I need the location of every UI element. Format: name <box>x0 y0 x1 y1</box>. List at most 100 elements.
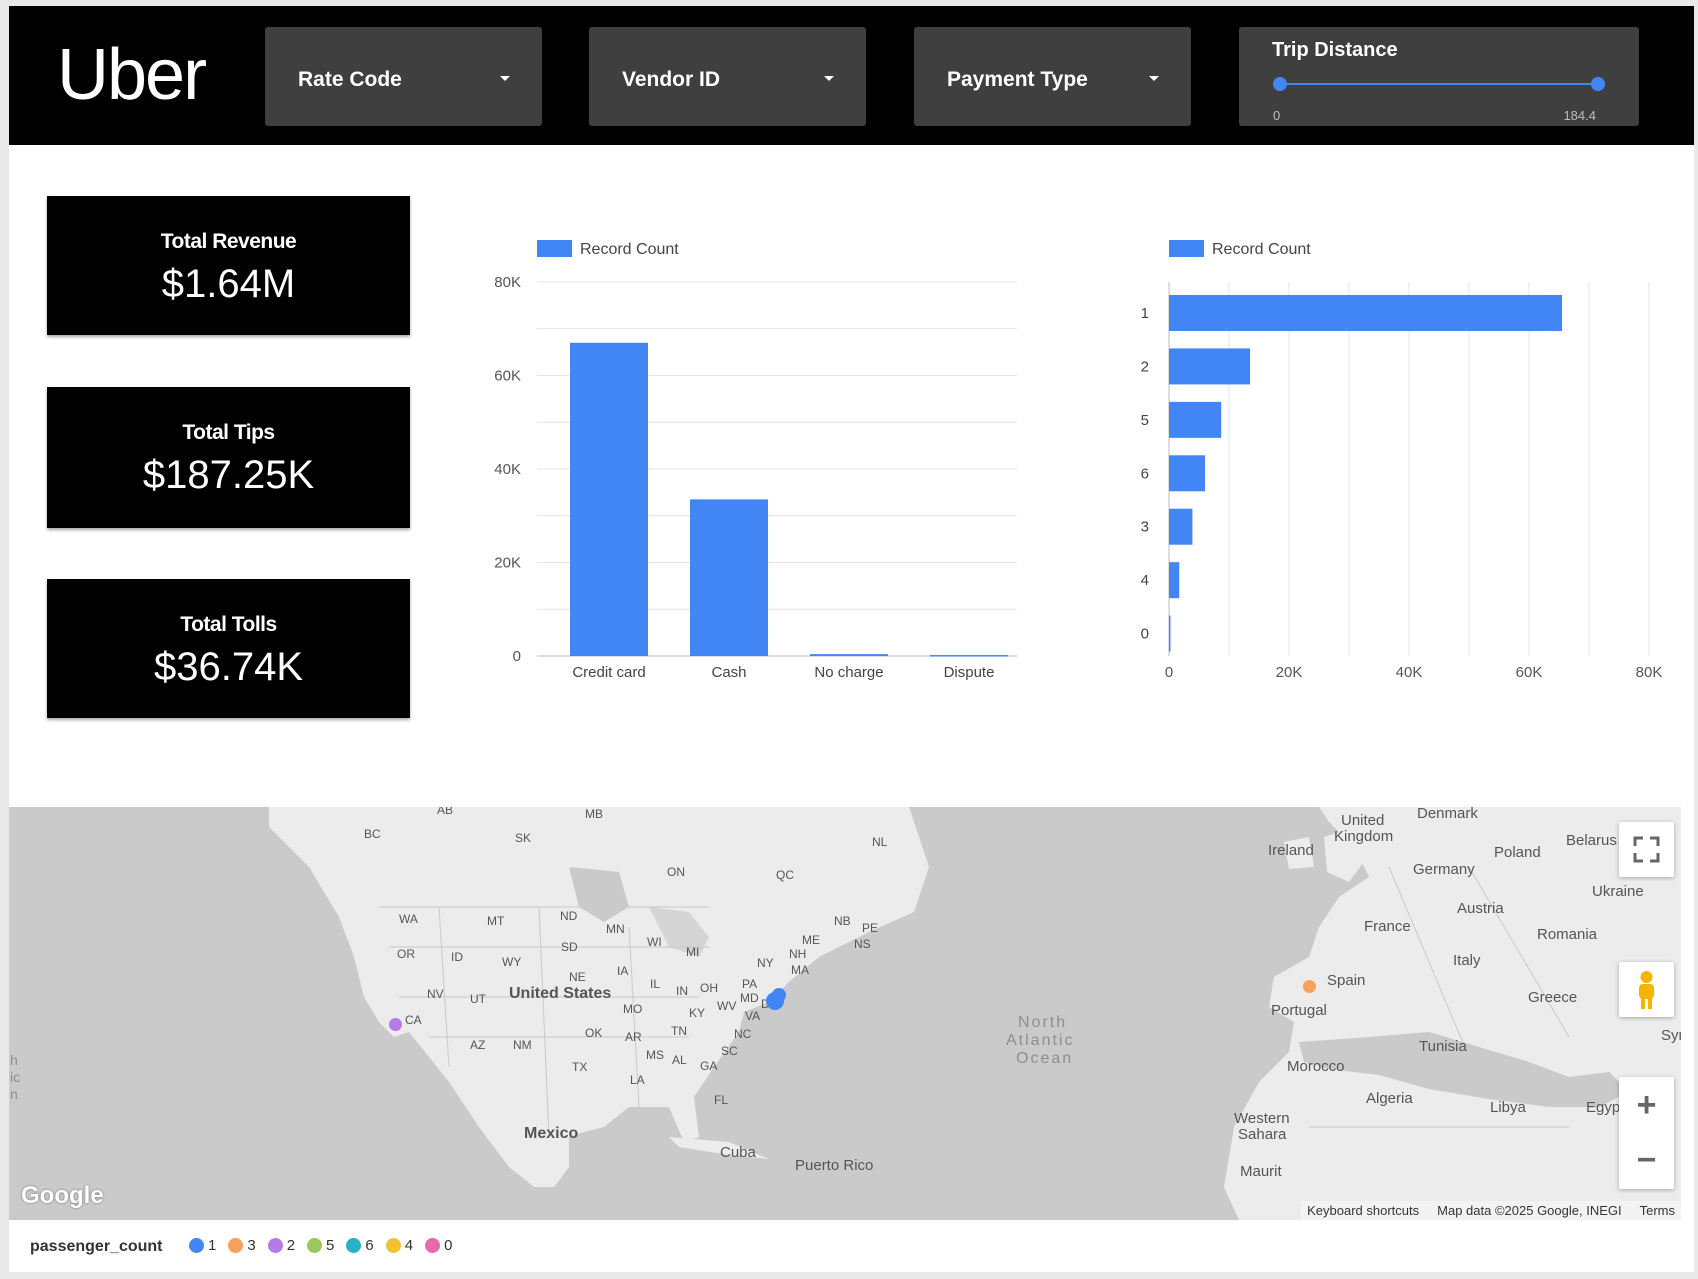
zoom-out-button[interactable]: − <box>1619 1133 1674 1189</box>
bar[interactable] <box>1169 508 1193 545</box>
trip-distance-slider: Trip Distance 0 184.4 <box>1239 27 1639 126</box>
bar[interactable] <box>1169 348 1250 385</box>
map-label: GA <box>700 1059 718 1073</box>
slider-min-handle[interactable] <box>1273 77 1287 91</box>
map-label-country: Greece <box>1528 989 1578 1006</box>
map-label: NY <box>757 956 774 970</box>
map-label: NL <box>872 835 888 849</box>
map-marker[interactable] <box>1303 980 1316 993</box>
map-label: AR <box>625 1030 642 1044</box>
y-tick-label: 40K <box>494 461 521 478</box>
map-label: PA <box>742 977 758 991</box>
map-label-country: Puerto Rico <box>795 1157 874 1174</box>
y-tick-label: 4 <box>1141 572 1149 589</box>
map-label-edge: n <box>10 1086 18 1102</box>
y-tick-label: 1 <box>1141 305 1149 322</box>
map-label-country: Mexico <box>524 1125 579 1142</box>
map-label: SC <box>721 1044 738 1058</box>
map-label-ocean: Ocean <box>1016 1050 1074 1067</box>
kpi-value: $1.64M <box>161 262 296 306</box>
slider-max-handle[interactable] <box>1591 77 1605 91</box>
rate-code-label: Rate Code <box>298 68 402 91</box>
map-label: MB <box>585 807 603 821</box>
map-label-country: Syri <box>1661 1027 1681 1044</box>
keyboard-shortcuts-link[interactable]: Keyboard shortcuts <box>1307 1203 1419 1218</box>
street-view-pegman[interactable] <box>1619 962 1674 1017</box>
map-legend: passenger_count 1 3 2 5 6 4 0 <box>9 1220 1694 1272</box>
map-label-country: Italy <box>1453 952 1481 969</box>
bar[interactable] <box>1169 295 1562 331</box>
legend-item-label: 3 <box>247 1237 256 1254</box>
bar[interactable] <box>1169 455 1205 492</box>
legend-label: Record Count <box>580 241 679 258</box>
legend-item[interactable]: 0 <box>425 1237 452 1254</box>
payment-type-dropdown[interactable]: Payment Type <box>914 27 1191 126</box>
x-tick-label: 40K <box>1396 664 1423 681</box>
map-label-country: Tunisia <box>1419 1038 1467 1055</box>
fullscreen-button[interactable] <box>1619 822 1674 877</box>
legend-item-label: 5 <box>326 1237 335 1254</box>
legend-item[interactable]: 6 <box>346 1237 374 1254</box>
bar[interactable] <box>1169 615 1171 652</box>
map-label-country: Portugal <box>1271 1002 1327 1019</box>
kpi-value: $187.25K <box>142 453 315 497</box>
map-label: WA <box>399 912 418 926</box>
trip-map[interactable]: BC AB SK MB ON QC NL NB PE NS ME NH MA N… <box>9 807 1681 1220</box>
map-label: NM <box>513 1038 532 1052</box>
passenger-count-bar-chart: Record Count 0 20K 40K 60K 80K 1 2 5 6 3 4 0 <box>1141 240 1662 681</box>
x-tick-label: 20K <box>1276 664 1303 681</box>
legend-item[interactable]: 4 <box>385 1237 414 1254</box>
legend-item[interactable]: 3 <box>228 1237 256 1254</box>
map-label: ON <box>667 865 685 879</box>
bar[interactable] <box>930 655 1008 657</box>
map-label: FL <box>714 1093 729 1107</box>
bar[interactable] <box>810 654 888 656</box>
map-label: MN <box>606 922 625 936</box>
legend-item[interactable]: 5 <box>307 1237 334 1254</box>
bar[interactable] <box>570 342 648 656</box>
map-label-country: Poland <box>1494 844 1541 861</box>
map-label: WY <box>502 955 522 969</box>
map-label: NC <box>734 1027 752 1041</box>
map-label-country: Romania <box>1537 926 1598 943</box>
map-label: ID <box>451 950 463 964</box>
google-logo: Google <box>21 1182 104 1209</box>
bar[interactable] <box>1169 562 1180 599</box>
map-label-country: Denmark <box>1417 807 1478 822</box>
map-label: PE <box>862 921 879 935</box>
report-frame: Uber Rate Code Vendor ID Payment Type Tr… <box>0 0 1698 1279</box>
map-label: KY <box>689 1006 706 1020</box>
legend-item-label: 4 <box>404 1237 414 1254</box>
map-label-country: Sahara <box>1238 1126 1287 1143</box>
kpi-label: Total Tolls <box>180 613 277 636</box>
x-tick-label: No charge <box>814 664 883 681</box>
legend-item-label: 6 <box>365 1237 374 1254</box>
bar[interactable] <box>1169 401 1222 438</box>
map-label: WV <box>717 999 737 1013</box>
bar[interactable] <box>690 499 768 656</box>
map-marker[interactable] <box>389 1018 402 1031</box>
legend-swatch <box>1169 240 1204 257</box>
map-label: AZ <box>470 1038 486 1052</box>
x-tick-label: Credit card <box>572 664 645 681</box>
legend-dot <box>307 1238 323 1253</box>
map-label: AL <box>672 1053 687 1067</box>
map-marker[interactable] <box>772 988 786 1002</box>
map-labels: BC AB SK MB ON QC NL NB PE NS ME NH MA N… <box>9 807 1681 1220</box>
kpi-total-tolls: Total Tolls $36.74K <box>47 579 410 718</box>
map-label: MD <box>740 991 759 1005</box>
map-label-country: Western <box>1234 1110 1290 1127</box>
header-bar: Uber Rate Code Vendor ID Payment Type Tr… <box>9 6 1694 145</box>
zoom-in-button[interactable]: + <box>1619 1077 1674 1133</box>
vendor-id-dropdown[interactable]: Vendor ID <box>589 27 866 126</box>
legend-item[interactable]: 2 <box>267 1237 295 1254</box>
legend-item[interactable]: 1 <box>189 1237 216 1254</box>
slider-track[interactable] <box>1280 83 1598 85</box>
y-tick-label: 3 <box>1141 519 1149 536</box>
slider-title: Trip Distance <box>1272 39 1398 61</box>
kpi-value: $36.74K <box>153 645 304 689</box>
map-data-text: Map data ©2025 Google, INEGI <box>1437 1203 1622 1218</box>
terms-link[interactable]: Terms <box>1640 1203 1675 1218</box>
map-label: NE <box>569 970 586 984</box>
rate-code-dropdown[interactable]: Rate Code <box>265 27 542 126</box>
